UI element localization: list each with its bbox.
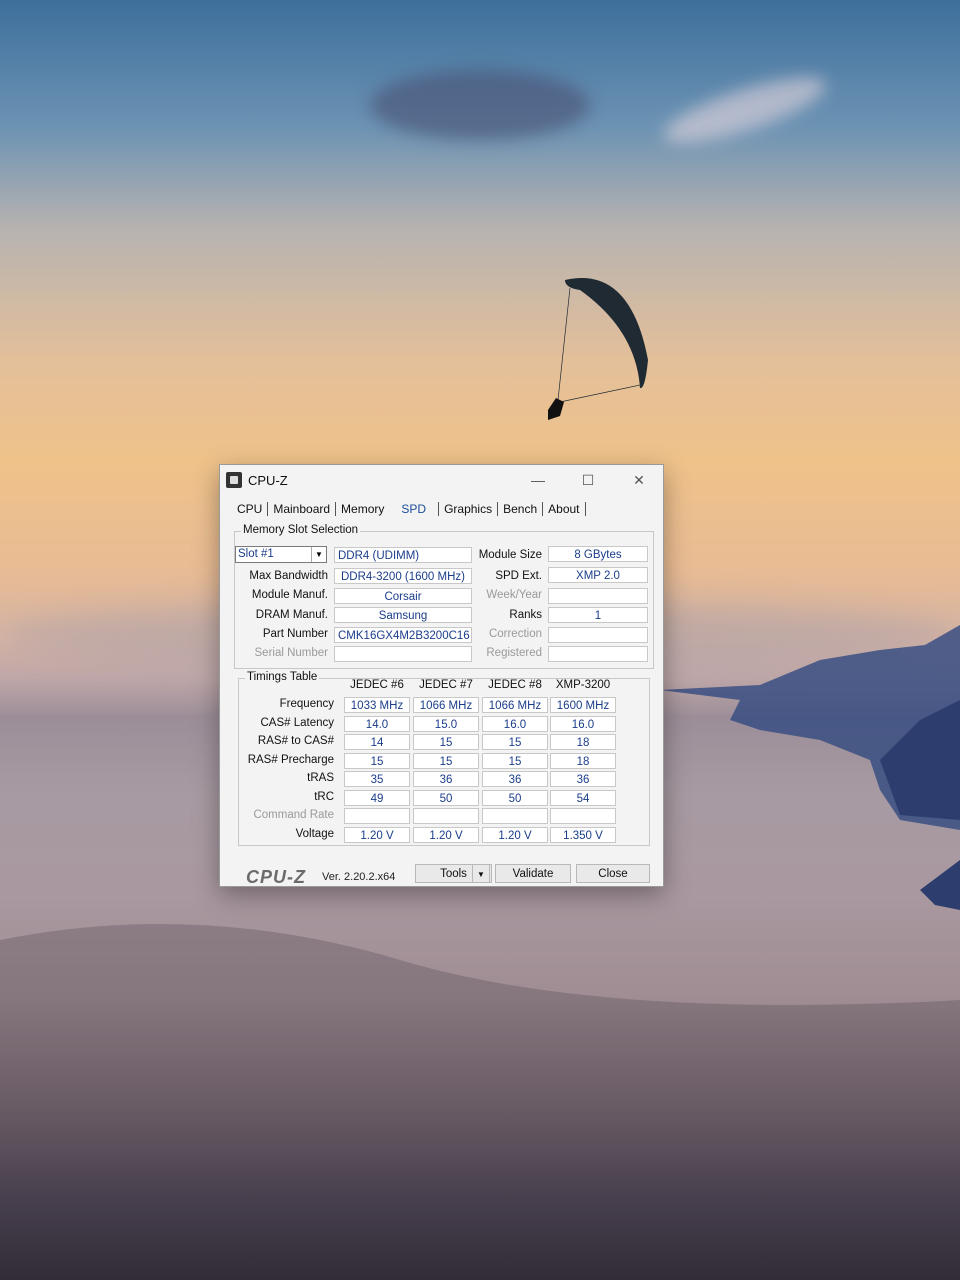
timings-cell: 1066 MHz (413, 697, 479, 713)
timings-cell: 14 (344, 734, 410, 750)
paraglider-icon (548, 277, 648, 420)
chevron-down-icon: ▼ (311, 547, 326, 562)
module-size-field: 8 GBytes (548, 546, 648, 562)
part-number-field: CMK16GX4M2B3200C16 (334, 627, 472, 643)
validate-button[interactable]: Validate (495, 864, 571, 883)
timings-cell: 1.20 V (482, 826, 548, 843)
timings-cell: 1.350 V (550, 826, 616, 843)
maximize-button[interactable]: ☐ (570, 469, 606, 491)
timings-cell: 36 (413, 771, 479, 787)
timings-row-label: Voltage (295, 827, 334, 840)
timings-cell: 1066 MHz (482, 697, 548, 713)
cpuz-app-icon (226, 472, 242, 488)
timings-row-label: RAS# Precharge (247, 753, 334, 766)
timings-cell: 49 (344, 789, 410, 806)
tools-label: Tools (440, 868, 467, 880)
tab-spd[interactable]: SPD (389, 502, 438, 516)
timings-cell: 1.20 V (413, 826, 479, 843)
module-manuf-field: Corsair (334, 588, 472, 604)
cpuz-window: CPU-Z — ☐ ✕ CPU Mainboard Memory SPD Gra… (219, 464, 664, 887)
serial-number-field (334, 646, 472, 662)
spd-ext-label: SPD Ext. (495, 570, 542, 582)
module-manuf-label: Module Manuf. (251, 589, 328, 601)
timings-cell (413, 808, 479, 824)
cpuz-logo: CPU-Z (246, 867, 306, 887)
max-bandwidth-field: DDR4-3200 (1600 MHz) (334, 568, 472, 584)
timings-cell: 1.20 V (344, 826, 410, 843)
version-text: Ver. 2.20.2.x64 (322, 871, 396, 883)
chevron-down-icon: ▼ (477, 870, 485, 879)
timings-cell: 18 (550, 734, 616, 750)
timings-cell: 15 (413, 734, 479, 750)
timings-column-header: JEDEC #8 (488, 679, 542, 691)
timings-cell: 54 (550, 789, 616, 806)
registered-label: Registered (486, 647, 542, 659)
serial-number-label: Serial Number (254, 647, 329, 659)
timings-cell: 36 (550, 771, 616, 787)
tab-memory[interactable]: Memory (336, 502, 389, 516)
memory-type-field: DDR4 (UDIMM) (334, 547, 472, 563)
timings-row-label: Frequency (279, 698, 334, 710)
timings-cell: 15 (344, 752, 410, 769)
timings-cell (550, 808, 616, 824)
tab-cpu[interactable]: CPU (232, 502, 269, 516)
module-size-label: Module Size (478, 549, 542, 561)
timings-cell: 18 (550, 752, 616, 769)
ranks-field: 1 (548, 607, 648, 623)
timings-column-header: JEDEC #7 (419, 679, 473, 691)
timings-cell: 35 (344, 771, 410, 787)
timings-cell (482, 808, 548, 824)
slot-select[interactable]: Slot #1 ▼ (235, 546, 327, 563)
registered-field (548, 646, 648, 662)
timings-row-label: RAS# to CAS# (257, 735, 334, 747)
timings-cell: 14.0 (344, 715, 410, 732)
max-bandwidth-label: Max Bandwidth (249, 570, 328, 582)
slot-select-value: Slot #1 (238, 548, 274, 560)
timings-cell: 50 (482, 789, 548, 806)
timings-cell: 16.0 (482, 715, 548, 732)
timings-cell: 15 (482, 752, 548, 769)
tab-mainboard[interactable]: Mainboard (268, 502, 337, 516)
timings-cell: 15 (482, 734, 548, 750)
week-year-field (548, 588, 648, 604)
timings-column-header: JEDEC #6 (350, 679, 404, 691)
week-year-label: Week/Year (486, 589, 542, 601)
tab-bench[interactable]: Bench (498, 502, 544, 516)
timings-row-label: CAS# Latency (260, 716, 334, 729)
timings-row-label: Command Rate (253, 809, 334, 821)
timings-cell: 1033 MHz (344, 697, 410, 713)
timings-cell: 15 (413, 752, 479, 769)
timings-row-label: tRC (314, 790, 334, 803)
group-label: Timings Table (245, 671, 320, 683)
timings-cell: 50 (413, 789, 479, 806)
close-button[interactable]: Close (576, 864, 650, 883)
group-label: Memory Slot Selection (241, 524, 361, 536)
dram-manuf-label: DRAM Manuf. (255, 609, 328, 621)
part-number-label: Part Number (262, 628, 328, 640)
timings-cell: 15.0 (413, 715, 479, 732)
tab-bar: CPU Mainboard Memory SPD Graphics Bench … (232, 499, 586, 519)
tab-graphics[interactable]: Graphics (438, 502, 499, 516)
tools-dropdown-button[interactable]: ▼ (472, 864, 490, 883)
close-window-button[interactable]: ✕ (621, 469, 657, 491)
correction-field (548, 627, 648, 643)
timings-row-label: tRAS (307, 772, 334, 784)
minimize-button[interactable]: — (520, 469, 556, 491)
correction-label: Correction (488, 628, 542, 640)
dram-manuf-field: Samsung (334, 607, 472, 623)
ranks-label: Ranks (509, 609, 542, 621)
timings-column-header: XMP-3200 (555, 679, 611, 691)
window-title: CPU-Z (248, 473, 288, 488)
timings-cell: 16.0 (550, 715, 616, 732)
timings-cell: 1600 MHz (550, 697, 616, 713)
timings-cell: 36 (482, 771, 548, 787)
title-bar[interactable]: CPU-Z — ☐ ✕ (220, 465, 663, 495)
timings-cell (344, 808, 410, 824)
tab-about[interactable]: About (543, 502, 586, 516)
spd-ext-field: XMP 2.0 (548, 567, 648, 583)
